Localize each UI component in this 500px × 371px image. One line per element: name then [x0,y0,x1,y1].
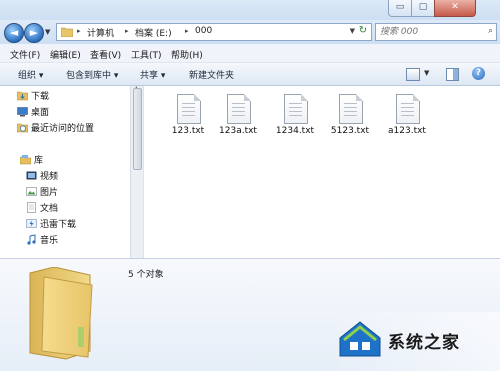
sidebar-item-label: 音乐 [40,236,59,246]
sidebar-item-label: 下载 [31,92,50,102]
library-icon [20,155,31,165]
breadcrumb-folder[interactable]: 000 [195,26,212,36]
search-box[interactable]: ⌕ [375,23,497,41]
recent-places-icon [17,123,28,133]
item-count: 5 个对象 [128,270,164,280]
back-button[interactable]: ◄ [4,23,24,43]
desktop-icon [17,107,28,117]
thunder-download-icon [26,219,37,228]
picture-icon [26,187,37,196]
text-file-icon [227,94,251,124]
text-file-icon [396,94,420,124]
file-name: 5123.txt [330,126,370,136]
navigation-scrollbar[interactable]: ▲ [130,85,143,258]
house-logo-icon [339,321,381,357]
address-dropdown-icon[interactable]: ▼ [350,27,355,35]
file-name: 123.txt [171,126,205,136]
file-item[interactable]: a123.txt [379,94,435,154]
sidebar-item-label: 图片 [40,188,59,198]
menu-help[interactable]: 帮助(H) [171,48,203,61]
file-list: 123.txt 123a.txt 1234.txt 5123.txt a123.… [144,86,500,258]
sidebar-item-label: 迅雷下载 [40,220,77,230]
text-file-icon [339,94,363,124]
file-name: a123.txt [388,126,426,136]
title-bar: ▭ ▢ ✕ [0,0,500,20]
large-folder-icon [29,267,93,360]
document-icon [27,202,36,213]
explorer-window: ▭ ▢ ✕ ◄ ► ▼ ▸ 计算机 ▸ 档案 (E:) ▸ 000 ▼ ↻ ⌕ … [0,0,500,371]
watermark-text: 系统之家 [388,333,460,353]
sidebar-item-label: 桌面 [31,108,50,118]
breadcrumb-computer[interactable]: 计算机 [87,26,114,39]
file-item[interactable]: 1234.txt [267,94,323,154]
text-file-icon [284,94,308,124]
address-bar[interactable]: ▸ 计算机 ▸ 档案 (E:) ▸ 000 ▼ [56,23,372,41]
refresh-button[interactable]: ↻ [356,24,370,38]
maximize-button[interactable]: ▢ [411,0,435,17]
navigation-bar: ◄ ► ▼ ▸ 计算机 ▸ 档案 (E:) ▸ 000 ▼ ↻ ⌕ [0,20,500,44]
breadcrumb-separator-icon: ▸ [77,27,81,35]
file-item[interactable]: 123a.txt [210,94,266,154]
help-icon[interactable]: ? [472,67,485,80]
change-view-icon[interactable] [406,68,420,81]
search-input[interactable] [380,25,476,38]
sidebar-item-label: 最近访问的位置 [31,124,95,134]
menu-file[interactable]: 文件(F) [10,48,40,61]
minimize-button[interactable]: ▭ [388,0,412,17]
video-icon [26,171,37,180]
site-watermark: 系统之家 [328,312,500,371]
download-folder-icon [17,91,28,101]
share-button[interactable]: 共享 ▾ [140,68,165,81]
sidebar-item-label: 文档 [40,204,59,214]
sidebar-item-label: 库 [34,156,44,166]
file-item[interactable]: 5123.txt [322,94,378,154]
forward-button[interactable]: ► [24,23,44,43]
folder-icon [61,27,73,37]
scrollbar-thumb[interactable] [133,88,142,170]
text-file-icon [177,94,201,124]
file-name: 123a.txt [219,126,257,136]
view-dropdown-icon[interactable]: ▼ [424,69,429,77]
organize-button[interactable]: 组织 ▾ [18,68,43,81]
file-item[interactable]: 123.txt [160,94,216,154]
include-in-library-button[interactable]: 包含到库中 ▾ [66,68,118,81]
breadcrumb-separator-icon: ▸ [185,27,189,35]
breadcrumb-separator-icon: ▸ [125,27,129,35]
command-bar: 组织 ▾ 包含到库中 ▾ 共享 ▾ 新建文件夹 ▼ ? [0,63,500,86]
music-icon [27,234,36,245]
menu-bar: 文件(F) 编辑(E) 查看(V) 工具(T) 帮助(H) [0,44,500,63]
file-name: 1234.txt [275,126,315,136]
sidebar-item-label: 视频 [40,172,59,182]
navigation-pane: 下载 桌面 最近访问的位置 库 视频 图片 文档 迅雷下载 音乐 [0,86,130,258]
menu-view[interactable]: 查看(V) [90,48,121,61]
breadcrumb-drive[interactable]: 档案 (E:) [135,26,172,39]
close-button[interactable]: ✕ [434,0,476,17]
history-dropdown-icon[interactable]: ▼ [45,28,50,36]
menu-tools[interactable]: 工具(T) [131,48,162,61]
preview-pane-icon[interactable] [446,68,459,81]
menu-edit[interactable]: 编辑(E) [50,48,81,61]
new-folder-button[interactable]: 新建文件夹 [189,68,234,81]
search-icon[interactable]: ⌕ [488,26,493,36]
